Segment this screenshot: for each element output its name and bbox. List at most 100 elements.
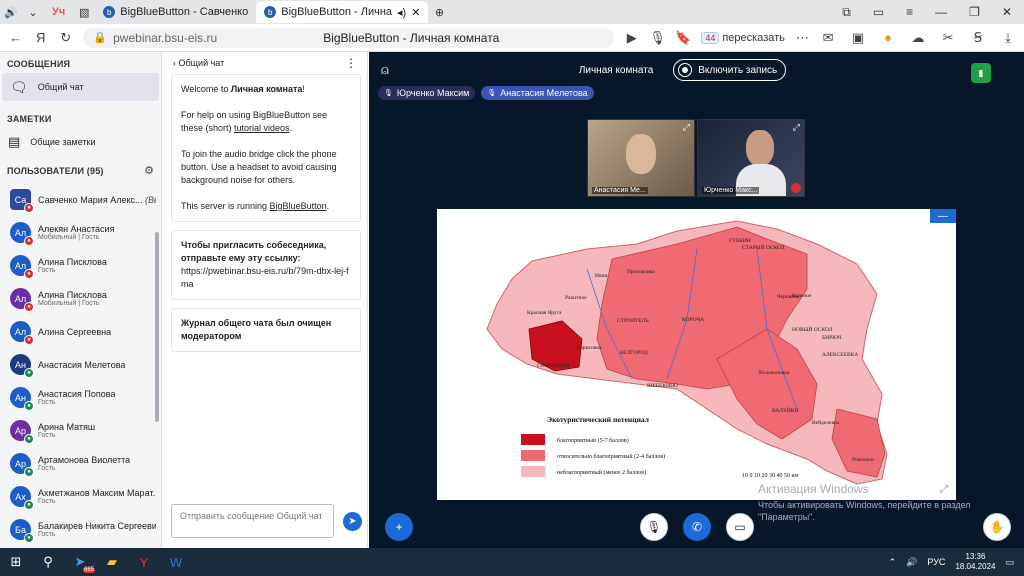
close-window-icon[interactable]: ✕ (1002, 5, 1012, 20)
search-icon[interactable]: ⚲ (32, 548, 64, 576)
mic-status-icon: ● (24, 269, 34, 279)
phone-icon: ✆ (691, 520, 703, 534)
user-list-item[interactable]: Ал ● Алина Писклова Гость (0, 249, 161, 282)
send-button[interactable]: ➤ (343, 512, 362, 531)
user-info: Артамонова Виолетта Гость (38, 455, 130, 472)
sound-icon[interactable]: 🔊 (0, 3, 22, 21)
tab-bbb-1[interactable]: b BigBlueButton - Савченко (95, 1, 256, 23)
mic-off-icon: 🎙 (646, 520, 662, 534)
main-area: ⍝ Личная комната Включить запись ▮ 🎙 Юрче… (369, 52, 1024, 548)
avatar-initials: Ал (14, 326, 27, 337)
start-icon[interactable]: ⊞ (0, 548, 32, 576)
tab-bbb-2[interactable]: b BigBlueButton - Лична ◂) ✕ (256, 1, 429, 23)
camera-icon[interactable]: ▶ (624, 30, 639, 46)
user-list-item[interactable]: Са● Савченко Мария Алекс... (Вы) (0, 183, 161, 216)
tutorial-link[interactable]: tutorial videos (234, 123, 290, 133)
gear-icon[interactable]: ⚙ (144, 164, 154, 177)
actions-button[interactable]: + (385, 513, 413, 541)
audio-button[interactable]: ✆ (683, 513, 711, 541)
more-icon[interactable]: ⋯ (795, 30, 810, 46)
fullscreen-icon[interactable]: ⤢ (683, 122, 690, 133)
minimize-icon[interactable]: — (935, 5, 947, 20)
more-vert-icon[interactable]: ⋮ (345, 56, 357, 70)
translate-icon[interactable]: Ꞩ (970, 30, 986, 46)
record-button[interactable]: Включить запись (673, 59, 787, 81)
mic-status-icon: ● (24, 467, 34, 477)
clock[interactable]: 13:36 18.04.2024 (955, 552, 995, 572)
mute-button[interactable]: 🎙 (640, 513, 668, 541)
mail-icon[interactable]: ✉ (820, 30, 836, 46)
avatar: Ан ● (10, 354, 34, 378)
minimize-presentation-button[interactable]: — (930, 209, 956, 223)
user-name: Балакирев Никита Сергеевич (38, 521, 156, 531)
connection-status-icon[interactable]: ▮ (971, 63, 991, 83)
alice-icon[interactable]: ● (880, 30, 896, 46)
user-list-item[interactable]: Ан ● Анастасия Мелетова (0, 348, 161, 381)
url-field[interactable]: 🔒 pwebinar.bsu-eis.ru BigBlueButton - Ли… (83, 27, 615, 48)
user-name: Савченко Мария Алекс... (Вы) (38, 195, 156, 205)
talker-yurchenko[interactable]: 🎙 Юрченко Максим (378, 86, 476, 100)
screen-share-off-icon: ▭ (734, 520, 746, 534)
user-list-item[interactable]: Ар ● Артамонова Виолетта Гость (0, 447, 161, 480)
user-list-item[interactable]: Ал ● Алекян Анастасия Мобильный | Гость (0, 216, 161, 249)
user-list-item[interactable]: Ал ● Алина Сергеевна (0, 315, 161, 348)
user-list-item[interactable]: Ах ● Ахметжанов Максим Марат... Гость (0, 480, 161, 513)
sidebar-item-public-chat[interactable]: 🗨 Общий чат (2, 73, 159, 101)
raise-hand-button[interactable]: ✋ (983, 513, 1011, 541)
avatar-initials: Ал (14, 293, 27, 304)
webcam-tile-meletova[interactable]: ⤢ Анастасия Ме... (587, 119, 695, 197)
share-screen-button[interactable]: ▭ (726, 513, 754, 541)
bbb-link[interactable]: BigBlueButton (270, 201, 327, 211)
language-indicator[interactable]: РУС (927, 557, 945, 567)
sidebar-item-shared-notes[interactable]: ▤ Общие заметки (0, 128, 161, 156)
image-tab-icon[interactable]: ▧ (73, 3, 95, 21)
screenshot-icon[interactable]: ✂ (940, 30, 956, 46)
user-list-item[interactable]: Ар ● Арина Матяш Гость (0, 414, 161, 447)
cloud-icon[interactable]: ☁ (910, 30, 926, 46)
bookmarks-icon[interactable]: ▭ (873, 5, 884, 20)
tabs-icon[interactable]: ⧉ (842, 5, 851, 20)
chat-panel: ‹ Общий чат ⋮ Welcome to Личная комната!… (163, 52, 368, 548)
user-name-text: Алина Писклова (38, 290, 107, 300)
back-icon[interactable]: ← (8, 30, 23, 45)
webcam-tile-yurchenko[interactable]: ⤢ Юрченко Макс... (697, 119, 805, 197)
fullscreen-icon[interactable]: ⤢ (793, 122, 800, 133)
invite-link[interactable]: https://pwebinar.bsu-eis.ru/b/79m-dbx-le… (181, 265, 351, 291)
chat-back-button[interactable]: ‹ Общий чат (173, 58, 224, 68)
chat-message-input[interactable]: Отправить сообщение Общий чат (171, 504, 334, 538)
wifi-icon[interactable]: ⌃ (889, 557, 897, 568)
tab-yu[interactable]: Уч (44, 1, 73, 23)
room-name: Личная комната (578, 64, 654, 76)
avatar-initials: Ба (15, 524, 26, 535)
explorer-icon[interactable]: ▰ (96, 548, 128, 576)
reload-icon[interactable]: ↻ (58, 30, 73, 46)
chevron-down-icon[interactable]: ⌄ (22, 3, 44, 21)
yandex-browser-icon[interactable]: Y (128, 548, 160, 576)
volume-icon[interactable]: 🔊 (906, 557, 917, 568)
user-list-scrollbar[interactable] (155, 232, 159, 422)
notifications-icon[interactable]: ▭ (1005, 557, 1014, 568)
user-list-item[interactable]: Ба ● Балакирев Никита Сергеевич Гость (0, 513, 161, 546)
new-tab-icon[interactable]: ⊕ (428, 3, 450, 21)
telegram-icon[interactable]: ➤ 665 (64, 548, 96, 576)
close-tab-icon[interactable]: ✕ (411, 6, 420, 19)
user-list-item[interactable]: Ан ● Анастасия Попова Гость (0, 381, 161, 414)
user-list-toggle-icon[interactable]: ⍝ (381, 62, 389, 78)
menu-icon[interactable]: ≡ (906, 5, 913, 20)
fullscreen-slide-icon[interactable]: ⤢ (940, 484, 948, 495)
retell-button[interactable]: 44 пересказать (701, 31, 785, 44)
word-icon[interactable]: W (160, 548, 192, 576)
bookmark-icon[interactable]: 🔖 (675, 30, 691, 46)
avatar-initials: Ах (15, 491, 26, 502)
download-icon[interactable]: ⤓ (1000, 30, 1016, 46)
time: 13:36 (965, 552, 986, 561)
avatar-initials: Са (14, 194, 27, 205)
talker-name: Юрченко Максим (396, 88, 470, 98)
invite-title: Чтобы пригласить собеседника, отправьте … (181, 240, 327, 263)
yandex-icon[interactable]: Я (33, 30, 48, 45)
shield-icon[interactable]: ▣ (850, 30, 866, 46)
talker-meletova[interactable]: 🎙 Анастасия Мелетова (481, 86, 594, 100)
mic-icon[interactable]: 🎙 (649, 30, 666, 46)
restore-icon[interactable]: ❐ (969, 5, 980, 20)
user-list-item[interactable]: Ал ● Алина Писклова Мобильный | Гость (0, 282, 161, 315)
